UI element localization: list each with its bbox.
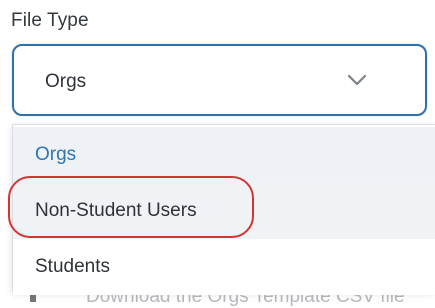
option-non-student-users[interactable]: Non-Student Users <box>13 183 435 239</box>
file-type-dropdown-menu: Orgs Non-Student Users Students <box>12 124 435 295</box>
option-students[interactable]: Students <box>13 239 435 295</box>
file-type-select[interactable]: Orgs <box>12 44 427 116</box>
selected-value: Orgs <box>45 71 87 92</box>
file-type-label: File Type <box>11 10 89 31</box>
option-orgs[interactable]: Orgs <box>13 127 435 183</box>
chevron-down-icon[interactable] <box>347 73 367 87</box>
